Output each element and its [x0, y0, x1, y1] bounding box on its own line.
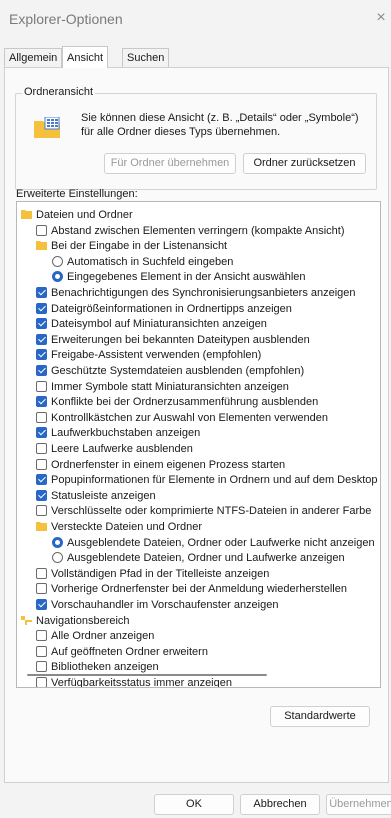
advanced-settings-tree[interactable]: Verfügbarkeitsstatus immer anzeigen Bibli…	[16, 201, 381, 688]
tree-row-label: Erweiterungen bei bekannten Dateitypen a…	[51, 333, 310, 346]
tree-row-label: Vollständigen Pfad in der Titelleiste an…	[51, 567, 270, 580]
checkbox-icon[interactable]	[36, 411, 47, 423]
apply-button[interactable]: Übernehmen	[326, 794, 391, 815]
tab-suchen[interactable]: Suchen	[122, 48, 170, 68]
tree-row-label: Ausgeblendete Dateien, Ordner und Laufwe…	[67, 552, 345, 565]
tree-row-label: Immer Symbole statt Miniaturansichten an…	[51, 380, 289, 393]
checkbox-checked-icon[interactable]	[36, 349, 47, 361]
checkbox-icon[interactable]	[36, 645, 47, 657]
checkbox-checked-icon[interactable]	[36, 474, 47, 486]
folder-icon	[36, 522, 47, 531]
folder-view-description: Sie können diese Ansicht (z. B. „Details…	[81, 112, 359, 138]
tree-row-label: Automatisch in Suchfeld eingeben	[67, 255, 234, 268]
folder-icon	[21, 210, 32, 219]
tree-row-label: Versteckte Dateien und Ordner	[51, 521, 203, 533]
folder-view-group: Ordneransicht Sie können diese Ansicht (…	[15, 86, 377, 190]
checkbox-checked-icon[interactable]	[36, 599, 47, 610]
tree-row-label: Bei der Eingabe in der Listenansicht	[51, 240, 228, 253]
radio-icon[interactable]	[52, 255, 63, 267]
tab-panel-ansicht: Ordneransicht Sie können diese Ansicht (…	[4, 67, 389, 783]
tree-row-label: Dateien und Ordner	[36, 209, 133, 221]
checkbox-icon[interactable]	[36, 630, 47, 642]
tree-row-label: Laufwerkbuchstaben anzeigen	[51, 427, 201, 440]
tree-row-label: Verfügbarkeitsstatus immer anzeigen	[51, 677, 232, 688]
radio-icon[interactable]	[52, 552, 63, 564]
checkbox-checked-icon[interactable]	[36, 427, 47, 439]
title-bar: Explorer-Optionen ×	[0, 0, 391, 42]
close-icon[interactable]: ×	[371, 6, 391, 30]
checkbox-checked-icon[interactable]	[36, 396, 47, 408]
checkbox-icon[interactable]	[36, 505, 47, 517]
restore-defaults-button[interactable]: Standardwerte	[270, 706, 370, 727]
navigation-pane-icon	[21, 615, 32, 625]
cancel-button[interactable]: Abbrechen	[240, 794, 320, 815]
tree-row-label: Ausgeblendete Dateien, Ordner oder Laufw…	[67, 536, 375, 549]
checkbox-icon[interactable]	[36, 380, 47, 392]
tree-row-label: Benachrichtigungen des Synchronisierungs…	[51, 287, 356, 299]
checkbox-checked-icon[interactable]	[36, 333, 47, 345]
window-title: Explorer-Optionen	[9, 11, 123, 27]
radio-selected-icon[interactable]	[52, 536, 63, 548]
checkbox-icon[interactable]	[36, 443, 47, 454]
folder-icon	[36, 241, 47, 251]
tree-row-label: Geschützte Systemdateien ausblenden (emp…	[51, 365, 305, 377]
checkbox-icon[interactable]	[36, 567, 47, 579]
tree-row-label: Dateigrößeinformationen in Ordnertipps a…	[51, 302, 292, 315]
tree-row-label: Ordnerfenster in einem eigenen Prozess s…	[51, 458, 286, 471]
tab-ansicht[interactable]: Ansicht	[62, 46, 109, 68]
checkbox-checked-icon[interactable]	[36, 302, 47, 314]
radio-selected-icon[interactable]	[52, 271, 63, 283]
tree-row-label: Popupinformationen für Elemente in Ordne…	[51, 474, 378, 487]
tree-row-label: Dateisymbol auf Miniaturansichten anzeig…	[51, 318, 267, 331]
tree-row-label: Navigationsbereich	[36, 614, 130, 627]
checkbox-icon[interactable]	[36, 583, 47, 595]
checkbox-checked-icon[interactable]	[36, 489, 47, 501]
tab-allgemein[interactable]: Allgemein	[4, 48, 63, 68]
ok-button[interactable]: OK	[154, 794, 234, 815]
tree-row-label: Kontrollkästchen zur Auswahl von Element…	[51, 411, 328, 424]
checkbox-icon[interactable]	[36, 661, 47, 673]
advanced-settings-label: Erweiterte Einstellungen:	[16, 188, 138, 200]
tree-row-label: Alle Ordner anzeigen	[51, 630, 155, 643]
tree-row-label: Vorschauhandler im Vorschaufenster anzei…	[51, 599, 279, 611]
tree-row-label: Abstand zwischen Elementen verringern (k…	[51, 224, 345, 237]
checkbox-icon[interactable]	[36, 458, 47, 470]
checkbox-icon[interactable]	[36, 224, 47, 236]
checkbox-checked-icon[interactable]	[36, 365, 47, 376]
reset-folders-button[interactable]: Ordner zurücksetzen	[243, 153, 366, 174]
checkbox-icon[interactable]	[36, 677, 47, 687]
tree-row-label: Freigabe-Assistent verwenden (empfohlen)	[51, 349, 262, 362]
tree-row-label: Verschlüsselte oder komprimierte NTFS-Da…	[51, 505, 372, 518]
apply-to-folders-button[interactable]: Für Ordner übernehmen	[104, 153, 236, 174]
tree-row-label: Leere Laufwerke ausblenden	[51, 443, 193, 455]
folder-view-icon	[34, 117, 60, 138]
folder-view-label: Ordneransicht	[22, 86, 96, 98]
horizontal-scrollbar[interactable]	[27, 674, 267, 676]
tree-row-label: Konflikte bei der Ordnerzusammenführung …	[51, 396, 319, 409]
tree-row-label: Auf geöffneten Ordner erweitern	[51, 645, 208, 658]
tree-row-label: Statusleiste anzeigen	[51, 489, 156, 502]
tree-row-label: Vorherige Ordnerfenster bei der Anmeldun…	[51, 583, 347, 596]
tree-row-label: Eingegebenes Element in der Ansicht ausw…	[67, 271, 306, 284]
checkbox-checked-icon[interactable]	[36, 287, 47, 298]
checkbox-checked-icon[interactable]	[36, 318, 47, 330]
